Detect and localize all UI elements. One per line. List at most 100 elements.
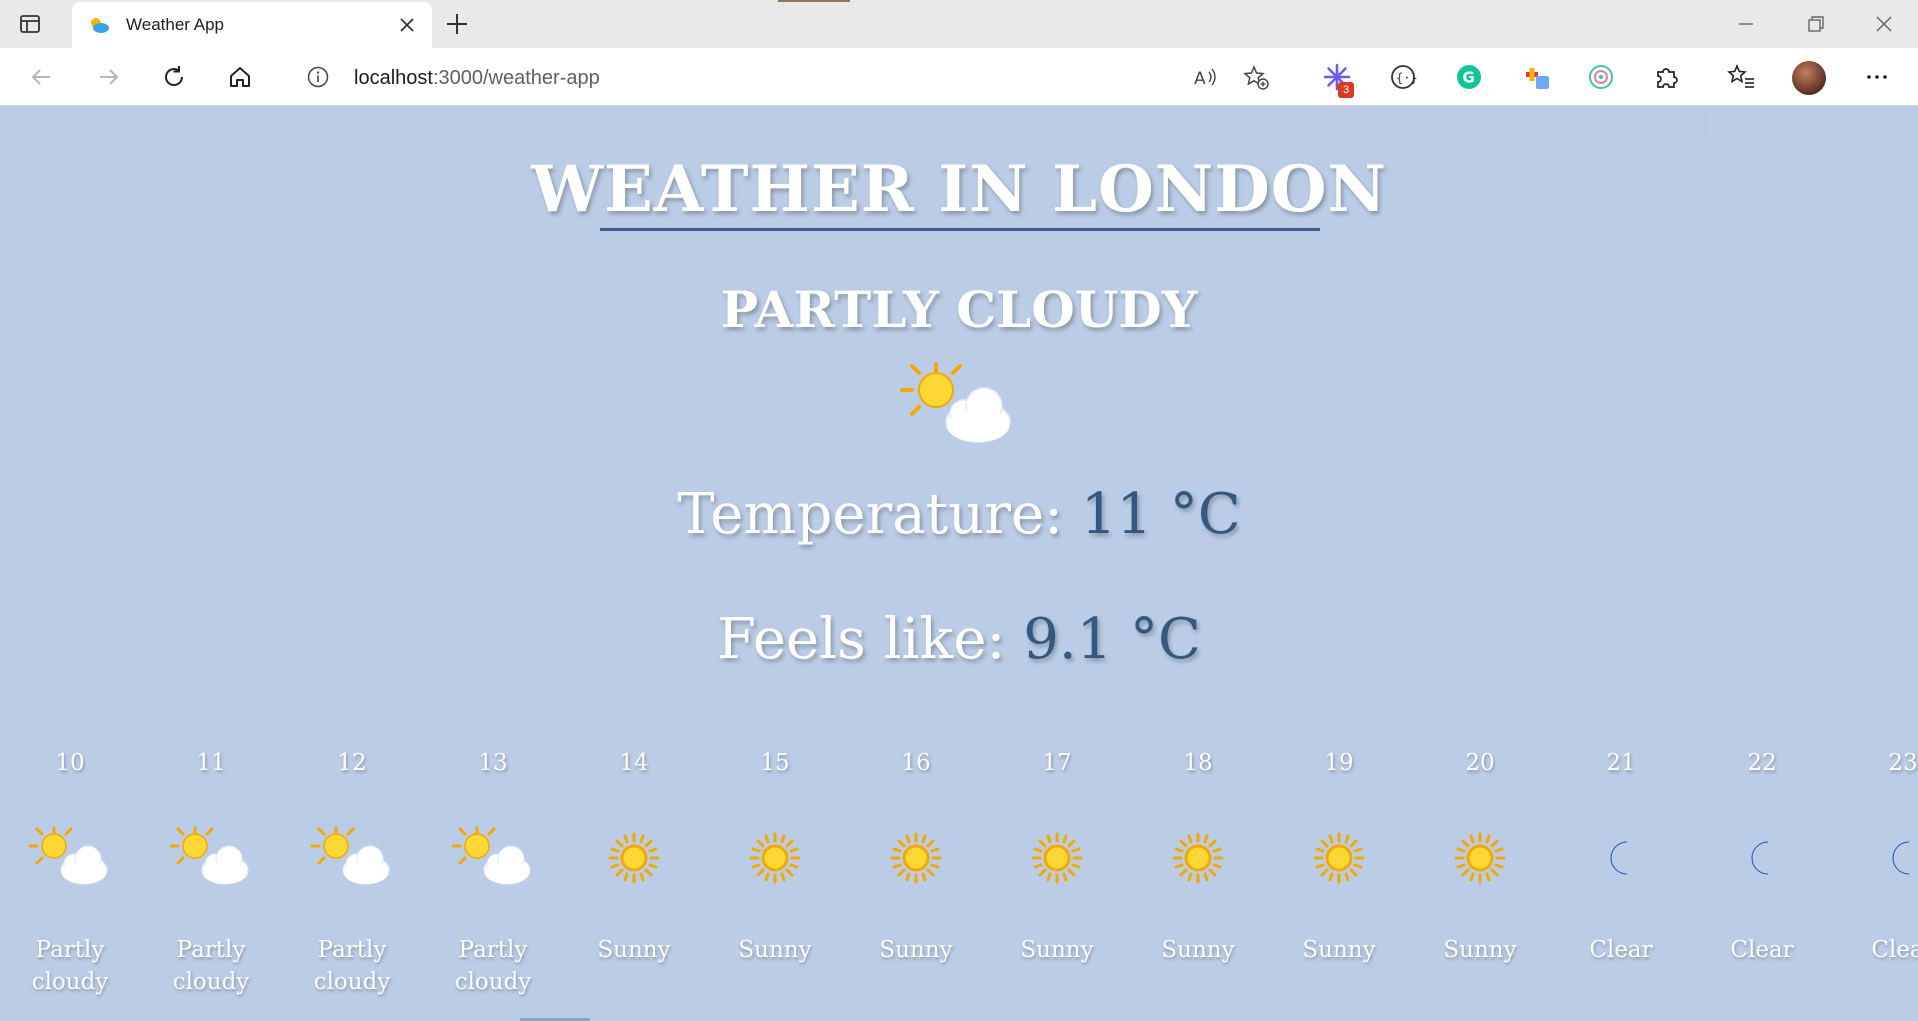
forecast-hour: 15 Sunny [710, 750, 840, 966]
clear-night-icon [1861, 822, 1918, 894]
partly-cloudy-icon [310, 822, 394, 894]
partly-cloudy-icon [900, 362, 1011, 443]
forecast-condition: Clear [1838, 934, 1918, 966]
forecast-hour-label: 22 [1747, 750, 1777, 776]
forecast-condition-line-1: Partly [317, 937, 387, 963]
sunny-icon [592, 822, 676, 894]
site-info-icon[interactable] [306, 65, 330, 89]
forecast-condition-line-1: Partly [458, 937, 528, 963]
forecast-hour-label: 19 [1324, 750, 1354, 776]
forecast-condition-line-2: cloudy [172, 969, 250, 995]
feels-like-value: 9.1 °C [1023, 607, 1201, 672]
forecast-hour: 17 Sunny [992, 750, 1122, 966]
read-aloud-icon[interactable]: A [1192, 64, 1218, 90]
address-bar[interactable]: localhost:3000/weather-app A [282, 55, 1294, 99]
extension-badge: 3 [1338, 82, 1354, 98]
forecast-condition: Clear [1556, 934, 1686, 966]
partly-cloudy-icon [169, 822, 253, 894]
color-extension-icon[interactable] [1522, 62, 1552, 92]
sunny-icon [874, 822, 958, 894]
sunny-icon [733, 822, 817, 894]
forecast-hour-label: 10 [55, 750, 85, 776]
window-drag-marker [778, 0, 850, 2]
sunny-icon [1015, 822, 1099, 894]
close-tab-icon[interactable] [396, 14, 418, 36]
forecast-condition: Partly cloudy [5, 934, 135, 998]
devtools-extension-icon[interactable]: {·} [1388, 62, 1418, 92]
title-underline [600, 228, 1320, 231]
forecast-condition-line-2: cloudy [31, 969, 109, 995]
forecast-condition-line-1: Sunny [1020, 937, 1094, 963]
forecast-condition-line-1: Sunny [879, 937, 953, 963]
home-icon[interactable] [226, 63, 254, 91]
target-extension-icon[interactable] [1586, 62, 1616, 92]
add-favorite-icon[interactable] [1242, 64, 1270, 92]
forecast-hour: 22 Clear [1697, 750, 1827, 966]
forecast-hour-label: 18 [1183, 750, 1213, 776]
forecast-condition: Sunny [992, 934, 1122, 966]
forecast-hour: 21 Clear [1556, 750, 1686, 966]
page-title: WEATHER IN LONDON [531, 152, 1387, 227]
forecast-condition: Sunny [1274, 934, 1404, 966]
temperature-readout: Temperature: 11 °C [0, 482, 1918, 547]
forward-icon[interactable] [94, 63, 122, 91]
forecast-hour-label: 23 [1888, 750, 1918, 776]
minimize-icon[interactable] [1734, 12, 1758, 36]
forecast-hour-label: 21 [1606, 750, 1636, 776]
toolbar-divider [1704, 112, 1705, 138]
tab-title: Weather App [126, 15, 224, 34]
forecast-hour: 10 Partly cloudy [5, 750, 135, 998]
forecast-hour: 13 Partly cloudy [428, 750, 558, 998]
url-text: localhost:3000/weather-app [354, 67, 600, 89]
forecast-condition-line-1: Sunny [738, 937, 812, 963]
partly-cloudy-icon [451, 822, 535, 894]
forecast-hour-label: 20 [1465, 750, 1495, 776]
svg-text:A: A [1194, 69, 1206, 89]
forecast-condition-line-2: cloudy [313, 969, 391, 995]
partly-cloudy-icon [28, 822, 112, 894]
temperature-label: Temperature: [677, 482, 1064, 547]
forecast-hour: 12 Partly cloudy [287, 750, 417, 998]
forecast-hour-label: 17 [1042, 750, 1072, 776]
forecast-hour: 23 Clear [1838, 750, 1918, 966]
new-tab-icon[interactable] [444, 11, 470, 37]
grammarly-icon[interactable]: G [1454, 62, 1484, 92]
forecast-hour-label: 16 [901, 750, 931, 776]
close-window-icon[interactable] [1872, 12, 1896, 36]
more-menu-icon[interactable] [1862, 62, 1892, 92]
forecast-condition: Sunny [569, 934, 699, 966]
forecast-hour-label: 15 [760, 750, 790, 776]
forecast-hour: 16 Sunny [851, 750, 981, 966]
temperature-value: 11 °C [1080, 482, 1241, 547]
forecast-hour: 20 Sunny [1415, 750, 1545, 966]
profile-avatar[interactable] [1792, 61, 1826, 95]
sunny-icon [1156, 822, 1240, 894]
favorites-icon[interactable] [1726, 62, 1756, 92]
tab-actions-icon[interactable] [18, 12, 42, 36]
weather-favicon-icon [91, 18, 109, 33]
refresh-icon[interactable] [160, 63, 188, 91]
forecast-hour: 11 Partly cloudy [146, 750, 276, 998]
hourly-forecast[interactable]: 10 Partly cloudy 11 Partly cloudy 12 Partly clou… [0, 750, 1918, 1021]
current-condition: PARTLY CLOUDY [720, 280, 1198, 339]
extensions-puzzle-icon[interactable] [1652, 62, 1682, 92]
svg-text:G: G [1463, 69, 1475, 87]
tab-weather-app[interactable]: Weather App [72, 2, 432, 48]
forecast-hour: 18 Sunny [1133, 750, 1263, 966]
forecast-condition: Sunny [851, 934, 981, 966]
forecast-condition: Sunny [1133, 934, 1263, 966]
forecast-hour: 14 Sunny [569, 750, 699, 966]
forecast-condition: Sunny [710, 934, 840, 966]
back-icon[interactable] [28, 63, 56, 91]
forecast-condition: Partly cloudy [428, 934, 558, 998]
restore-icon[interactable] [1804, 12, 1828, 36]
forecast-condition: Partly cloudy [287, 934, 417, 998]
forecast-hour-label: 14 [619, 750, 649, 776]
svg-text:{·}: {·} [1396, 71, 1418, 85]
forecast-condition-line-1: Partly [176, 937, 246, 963]
forecast-condition-line-1: Sunny [1443, 937, 1517, 963]
forecast-condition-line-1: Sunny [1302, 937, 1376, 963]
forecast-condition: Clear [1697, 934, 1827, 966]
sunny-icon [1438, 822, 1522, 894]
forecast-hour-label: 13 [478, 750, 508, 776]
